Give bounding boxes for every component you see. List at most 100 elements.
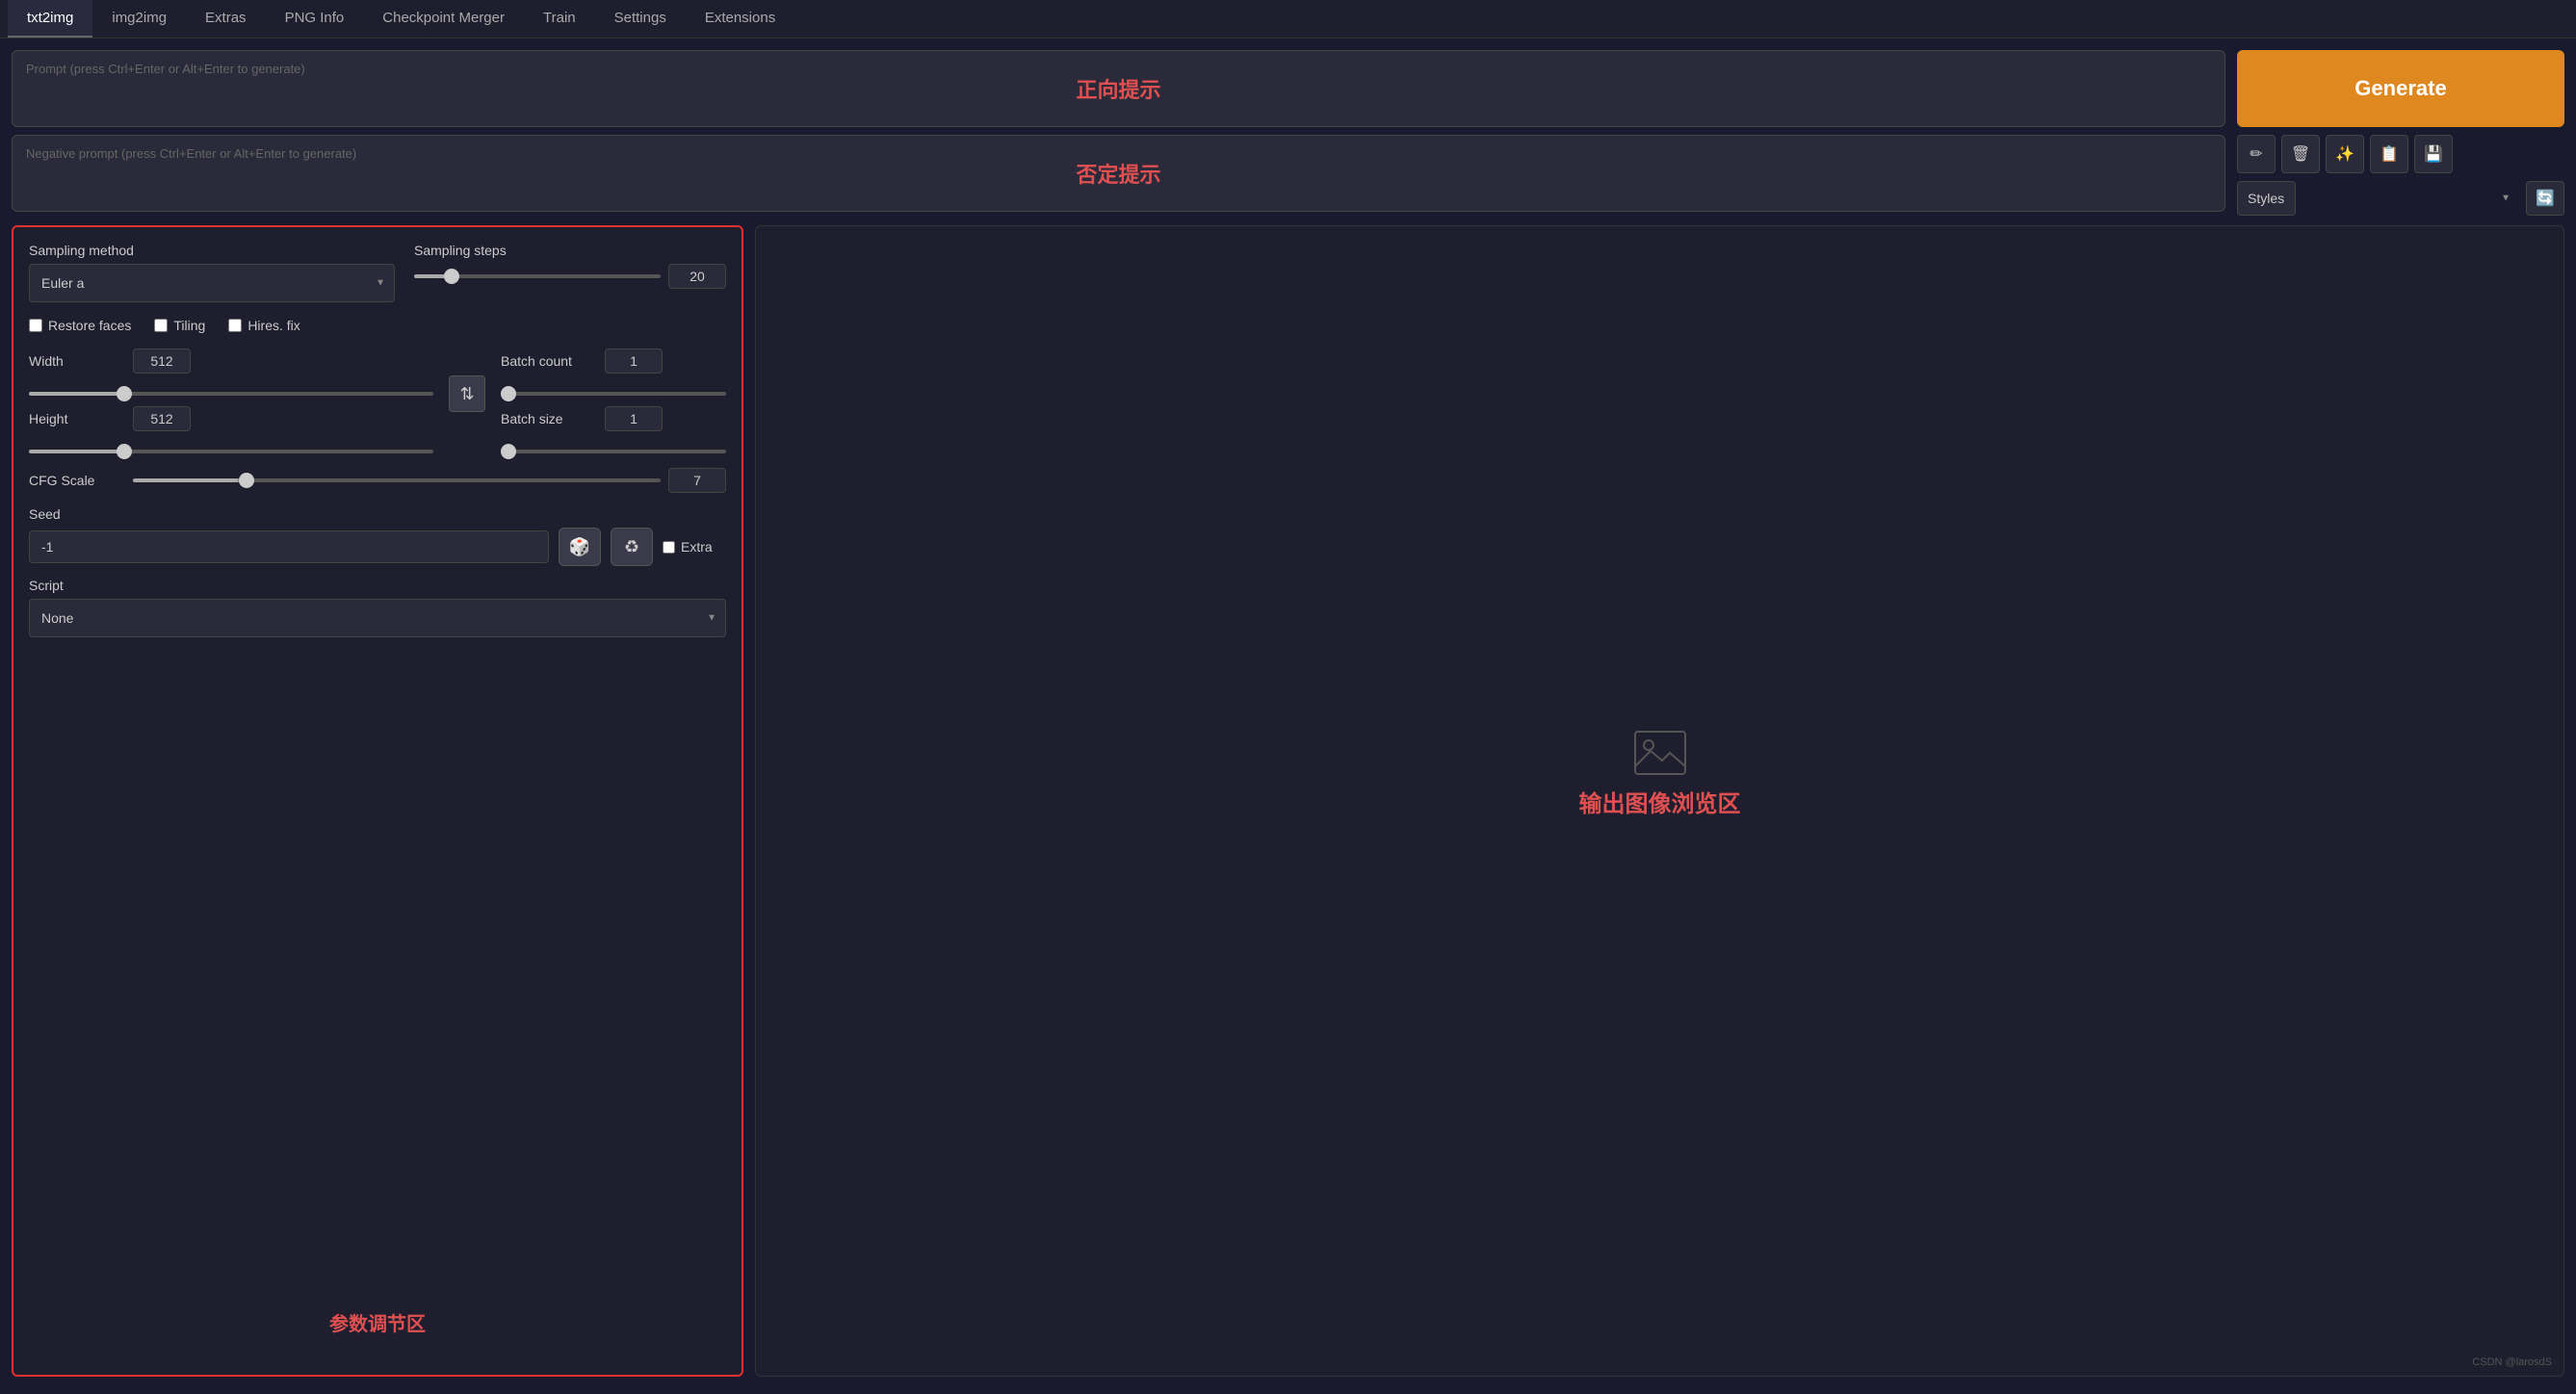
cfg-scale-input[interactable] <box>668 468 726 493</box>
hires-fix-label: Hires. fix <box>247 318 299 333</box>
hires-fix-checkbox[interactable] <box>228 319 242 332</box>
seed-row: Seed 🎲 ♻ Extra <box>29 506 726 566</box>
swap-button[interactable]: ⇅ <box>449 375 485 412</box>
negative-prompt-placeholder: Negative prompt (press Ctrl+Enter or Alt… <box>26 146 356 161</box>
extra-label: Extra <box>681 539 713 555</box>
seed-input[interactable] <box>29 530 549 563</box>
generate-button[interactable]: Generate <box>2237 50 2564 127</box>
recycle-icon: ♻ <box>624 537 639 557</box>
dice-button[interactable]: 🎲 <box>559 528 601 566</box>
script-select[interactable]: None <box>29 599 726 637</box>
sampling-steps-label: Sampling steps <box>414 243 726 258</box>
batch-size-label: Batch size <box>501 411 597 426</box>
height-input[interactable] <box>133 406 191 431</box>
recycle-button[interactable]: ♻ <box>611 528 653 566</box>
script-row: Script None <box>29 578 726 637</box>
save-button[interactable]: 💾 <box>2414 135 2453 173</box>
tab-img2img[interactable]: img2img <box>92 0 186 38</box>
output-panel: 输出图像浏览区 CSDN @larosdS <box>755 225 2564 1377</box>
tiling-checkbox-label[interactable]: Tiling <box>154 318 205 333</box>
sampling-steps-slider-row <box>414 264 726 289</box>
tab-extras[interactable]: Extras <box>186 0 266 38</box>
toolbar-row: ✏ 🗑 ✨ 📋 💾 <box>2237 135 2564 173</box>
refresh-icon: 🔄 <box>2536 189 2555 208</box>
batch-right: Batch count Batch size <box>501 348 726 456</box>
magic-icon: ✨ <box>2335 144 2355 164</box>
tab-bar: txt2img img2img Extras PNG Info Checkpoi… <box>0 0 2576 39</box>
styles-select-wrapper: Styles <box>2237 181 2520 216</box>
trash-button[interactable]: 🗑 <box>2281 135 2320 173</box>
styles-refresh-button[interactable]: 🔄 <box>2526 181 2564 216</box>
dims-left: Width Height <box>29 348 433 456</box>
batch-count-slider-row <box>501 383 726 406</box>
batch-size-input[interactable] <box>605 406 663 431</box>
height-slider[interactable] <box>29 450 433 453</box>
dims-batch-row: Width Height ⇅ <box>29 348 726 456</box>
batch-count-row: Batch count <box>501 348 726 374</box>
swap-icon: ⇅ <box>459 384 474 404</box>
clipboard-icon: 📋 <box>2380 144 2399 164</box>
negative-prompt-overlay: 否定提示 <box>1076 158 1160 189</box>
save-icon: 💾 <box>2424 144 2443 164</box>
batch-size-slider-row <box>501 441 726 456</box>
pencil-button[interactable]: ✏ <box>2237 135 2276 173</box>
restore-faces-checkbox-label[interactable]: Restore faces <box>29 318 131 333</box>
main-layout: Prompt (press Ctrl+Enter or Alt+Enter to… <box>0 39 2576 1388</box>
cfg-scale-label: CFG Scale <box>29 473 125 488</box>
width-slider[interactable] <box>29 392 433 396</box>
positive-prompt-overlay: 正向提示 <box>1076 73 1160 104</box>
tiling-label: Tiling <box>173 318 205 333</box>
restore-faces-checkbox[interactable] <box>29 319 42 332</box>
cfg-scale-slider[interactable] <box>133 478 661 482</box>
width-slider-row <box>29 383 433 406</box>
sampling-left: Sampling method Euler a <box>29 243 395 302</box>
checkboxes-row: Restore faces Tiling Hires. fix <box>29 318 726 333</box>
tab-png-info[interactable]: PNG Info <box>266 0 364 38</box>
dice-icon: 🎲 <box>569 537 590 557</box>
tab-extensions[interactable]: Extensions <box>686 0 794 38</box>
width-label: Width <box>29 353 125 369</box>
sampling-method-select[interactable]: Euler a <box>29 264 395 302</box>
magic-button[interactable]: ✨ <box>2326 135 2364 173</box>
prompts-column: Prompt (press Ctrl+Enter or Alt+Enter to… <box>12 50 2225 216</box>
sampling-steps-value[interactable] <box>668 264 726 289</box>
seed-input-row: 🎲 ♻ Extra <box>29 528 726 566</box>
width-input[interactable] <box>133 348 191 374</box>
height-slider-row <box>29 441 433 456</box>
batch-count-input[interactable] <box>605 348 663 374</box>
positive-prompt-placeholder: Prompt (press Ctrl+Enter or Alt+Enter to… <box>26 62 305 76</box>
sampling-right: Sampling steps <box>414 243 726 289</box>
styles-row: Styles 🔄 <box>2237 181 2564 216</box>
restore-faces-label: Restore faces <box>48 318 131 333</box>
positive-prompt-box[interactable]: Prompt (press Ctrl+Enter or Alt+Enter to… <box>12 50 2225 127</box>
extra-checkbox[interactable] <box>663 541 675 554</box>
param-section-label: 参数调节区 <box>329 1308 426 1336</box>
sampling-method-label: Sampling method <box>29 243 395 258</box>
trash-icon: 🗑 <box>2291 144 2310 164</box>
top-section: Prompt (press Ctrl+Enter or Alt+Enter to… <box>12 50 2564 216</box>
seed-label: Seed <box>29 506 726 522</box>
output-placeholder-icon <box>1631 724 1689 793</box>
sampling-steps-slider[interactable] <box>414 274 661 278</box>
tab-train[interactable]: Train <box>524 0 595 38</box>
tab-txt2img[interactable]: txt2img <box>8 0 92 38</box>
tiling-checkbox[interactable] <box>154 319 168 332</box>
negative-prompt-box[interactable]: Negative prompt (press Ctrl+Enter or Alt… <box>12 135 2225 212</box>
clipboard-button[interactable]: 📋 <box>2370 135 2408 173</box>
tab-settings[interactable]: Settings <box>595 0 686 38</box>
height-row: Height <box>29 406 433 431</box>
params-panel: Sampling method Euler a Sampling steps <box>12 225 743 1377</box>
cfg-slider-row: CFG Scale <box>29 468 726 493</box>
cfg-scale-row: CFG Scale <box>29 468 726 493</box>
sampling-method-select-wrapper: Euler a <box>29 264 395 302</box>
width-row: Width <box>29 348 433 374</box>
bottom-section: Sampling method Euler a Sampling steps <box>12 225 2564 1377</box>
hires-fix-checkbox-label[interactable]: Hires. fix <box>228 318 299 333</box>
extra-checkbox-label[interactable]: Extra <box>663 539 713 555</box>
batch-count-slider[interactable] <box>501 392 726 396</box>
styles-select[interactable]: Styles <box>2237 181 2296 216</box>
batch-count-label: Batch count <box>501 353 597 369</box>
batch-size-slider[interactable] <box>501 450 726 453</box>
batch-size-row: Batch size <box>501 406 726 431</box>
tab-checkpoint-merger[interactable]: Checkpoint Merger <box>363 0 524 38</box>
